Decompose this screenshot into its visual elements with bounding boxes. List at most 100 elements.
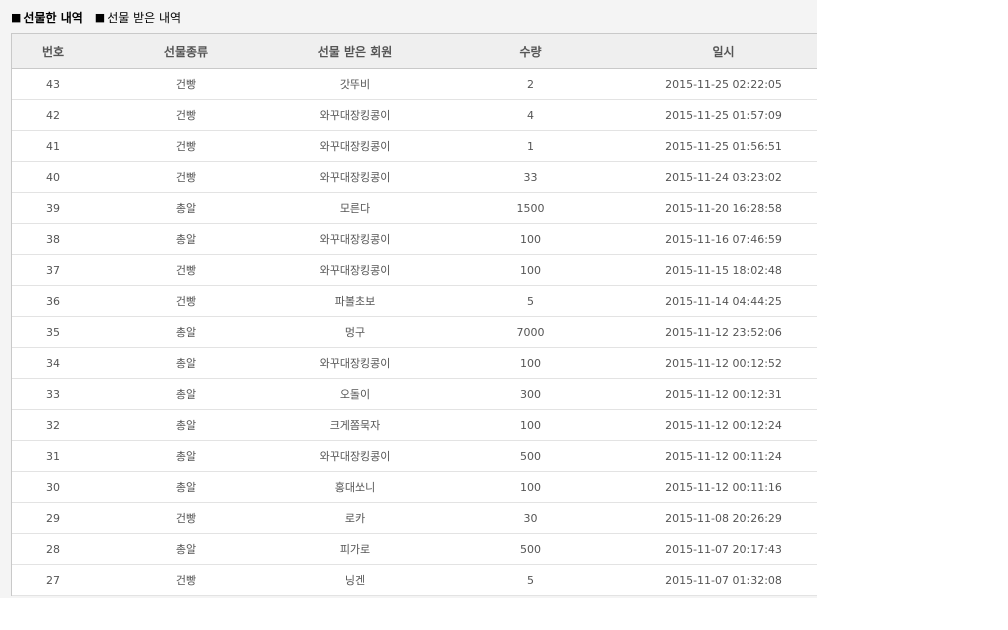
cell-quantity: 7000 bbox=[432, 316, 629, 348]
cell-date: 2015-11-12 00:11:24 bbox=[629, 440, 817, 472]
cell-recipient: 와꾸대장킹콩이 bbox=[278, 130, 432, 162]
cell-number: 29 bbox=[12, 502, 94, 534]
table-row: 34 총알 와꾸대장킹콩이 100 2015-11-12 00:12:52 bbox=[12, 347, 817, 379]
cell-number: 35 bbox=[12, 316, 94, 348]
cell-recipient: 피가로 bbox=[278, 533, 432, 565]
cell-quantity: 5 bbox=[432, 285, 629, 317]
cell-date: 2015-11-12 00:12:24 bbox=[629, 409, 817, 441]
cell-quantity: 300 bbox=[432, 378, 629, 410]
cell-date: 2015-11-15 18:02:48 bbox=[629, 254, 817, 286]
table-row: 41 건빵 와꾸대장킹콩이 1 2015-11-25 01:56:51 bbox=[12, 130, 817, 162]
cell-date: 2015-11-12 23:52:06 bbox=[629, 316, 817, 348]
cell-gift-type: 건빵 bbox=[94, 564, 278, 596]
cell-number: 37 bbox=[12, 254, 94, 286]
cell-gift-type: 총알 bbox=[94, 471, 278, 503]
cell-number: 33 bbox=[12, 378, 94, 410]
cell-quantity: 100 bbox=[432, 254, 629, 286]
table-row: 32 총알 크게쫌묵자 100 2015-11-12 00:12:24 bbox=[12, 409, 817, 441]
table-header-row: 번호 선물종류 선물 받은 회원 수량 일시 bbox=[12, 34, 817, 69]
cell-number: 36 bbox=[12, 285, 94, 317]
history-tabs: ■ 선물한 내역 ■ 선물 받은 내역 bbox=[11, 8, 181, 26]
cell-quantity: 100 bbox=[432, 409, 629, 441]
header-date: 일시 bbox=[629, 34, 817, 69]
table-row: 38 총알 와꾸대장킹콩이 100 2015-11-16 07:46:59 bbox=[12, 223, 817, 255]
cell-recipient: 모른다 bbox=[278, 192, 432, 224]
cell-quantity: 5 bbox=[432, 564, 629, 596]
cell-date: 2015-11-20 16:28:58 bbox=[629, 192, 817, 224]
cell-date: 2015-11-14 04:44:25 bbox=[629, 285, 817, 317]
cell-recipient: 홍대쏘니 bbox=[278, 471, 432, 503]
cell-gift-type: 건빵 bbox=[94, 130, 278, 162]
cell-date: 2015-11-24 03:23:02 bbox=[629, 161, 817, 193]
cell-date: 2015-11-07 01:32:08 bbox=[629, 564, 817, 596]
cell-quantity: 4 bbox=[432, 99, 629, 131]
table-row: 31 총알 와꾸대장킹콩이 500 2015-11-12 00:11:24 bbox=[12, 440, 817, 472]
cell-quantity: 2 bbox=[432, 68, 629, 100]
cell-number: 39 bbox=[12, 192, 94, 224]
cell-quantity: 100 bbox=[432, 471, 629, 503]
cell-gift-type: 총알 bbox=[94, 378, 278, 410]
cell-number: 34 bbox=[12, 347, 94, 379]
cell-date: 2015-11-25 02:22:05 bbox=[629, 68, 817, 100]
table-row: 29 건빵 로카 30 2015-11-08 20:26:29 bbox=[12, 502, 817, 534]
cell-number: 32 bbox=[12, 409, 94, 441]
cell-gift-type: 건빵 bbox=[94, 502, 278, 534]
table-row: 33 총알 오돌이 300 2015-11-12 00:12:31 bbox=[12, 378, 817, 410]
gift-history-table-wrapper: 번호 선물종류 선물 받은 회원 수량 일시 43 건빵 갓뚜비 2 2015-11-2… bbox=[11, 33, 817, 596]
cell-number: 40 bbox=[12, 161, 94, 193]
tab-sent-gifts[interactable]: ■ 선물한 내역 bbox=[11, 9, 83, 26]
tab-received-gifts-label: 선물 받은 내역 bbox=[107, 10, 182, 25]
cell-gift-type: 총알 bbox=[94, 440, 278, 472]
table-row: 30 총알 홍대쏘니 100 2015-11-12 00:11:16 bbox=[12, 471, 817, 503]
cell-recipient: 와꾸대장킹콩이 bbox=[278, 223, 432, 255]
cell-quantity: 30 bbox=[432, 502, 629, 534]
cell-number: 42 bbox=[12, 99, 94, 131]
cell-recipient: 와꾸대장킹콩이 bbox=[278, 347, 432, 379]
cell-quantity: 1500 bbox=[432, 192, 629, 224]
cell-number: 43 bbox=[12, 68, 94, 100]
cell-gift-type: 건빵 bbox=[94, 68, 278, 100]
cell-recipient: 닝겐 bbox=[278, 564, 432, 596]
cell-recipient: 오돌이 bbox=[278, 378, 432, 410]
cell-number: 27 bbox=[12, 564, 94, 596]
cell-recipient: 로카 bbox=[278, 502, 432, 534]
cell-quantity: 500 bbox=[432, 440, 629, 472]
table-row: 28 총알 피가로 500 2015-11-07 20:17:43 bbox=[12, 533, 817, 565]
cell-quantity: 100 bbox=[432, 347, 629, 379]
tab-received-gifts[interactable]: ■ 선물 받은 내역 bbox=[95, 9, 181, 26]
cell-quantity: 100 bbox=[432, 223, 629, 255]
table-row: 36 건빵 파볼초보 5 2015-11-14 04:44:25 bbox=[12, 285, 817, 317]
cell-recipient: 와꾸대장킹콩이 bbox=[278, 99, 432, 131]
cell-quantity: 33 bbox=[432, 161, 629, 193]
cell-quantity: 500 bbox=[432, 533, 629, 565]
header-gift-type: 선물종류 bbox=[94, 34, 278, 69]
cell-gift-type: 건빵 bbox=[94, 99, 278, 131]
table-row: 43 건빵 갓뚜비 2 2015-11-25 02:22:05 bbox=[12, 68, 817, 100]
cell-number: 31 bbox=[12, 440, 94, 472]
cell-date: 2015-11-12 00:12:52 bbox=[629, 347, 817, 379]
table-row: 42 건빵 와꾸대장킹콩이 4 2015-11-25 01:57:09 bbox=[12, 99, 817, 131]
header-quantity: 수량 bbox=[432, 34, 629, 69]
table-row: 35 총알 멍구 7000 2015-11-12 23:52:06 bbox=[12, 316, 817, 348]
cell-recipient: 멍구 bbox=[278, 316, 432, 348]
header-number: 번호 bbox=[12, 34, 94, 69]
table-row: 37 건빵 와꾸대장킹콩이 100 2015-11-15 18:02:48 bbox=[12, 254, 817, 286]
tab-sent-gifts-label: 선물한 내역 bbox=[23, 10, 83, 25]
cell-recipient: 와꾸대장킹콩이 bbox=[278, 440, 432, 472]
cell-date: 2015-11-08 20:26:29 bbox=[629, 502, 817, 534]
cell-date: 2015-11-12 00:12:31 bbox=[629, 378, 817, 410]
cell-gift-type: 총알 bbox=[94, 223, 278, 255]
cell-number: 30 bbox=[12, 471, 94, 503]
cell-number: 28 bbox=[12, 533, 94, 565]
cell-date: 2015-11-12 00:11:16 bbox=[629, 471, 817, 503]
cell-gift-type: 건빵 bbox=[94, 285, 278, 317]
table-body: 43 건빵 갓뚜비 2 2015-11-25 02:22:05 42 건빵 와꾸대장킹콩이 4 2… bbox=[12, 68, 817, 596]
square-bullet-icon: ■ bbox=[11, 10, 22, 24]
header-recipient: 선물 받은 회원 bbox=[278, 34, 432, 69]
cell-gift-type: 총알 bbox=[94, 192, 278, 224]
cell-date: 2015-11-07 20:17:43 bbox=[629, 533, 817, 565]
cell-gift-type: 건빵 bbox=[94, 254, 278, 286]
cell-gift-type: 건빵 bbox=[94, 161, 278, 193]
cell-date: 2015-11-25 01:57:09 bbox=[629, 99, 817, 131]
cell-number: 41 bbox=[12, 130, 94, 162]
